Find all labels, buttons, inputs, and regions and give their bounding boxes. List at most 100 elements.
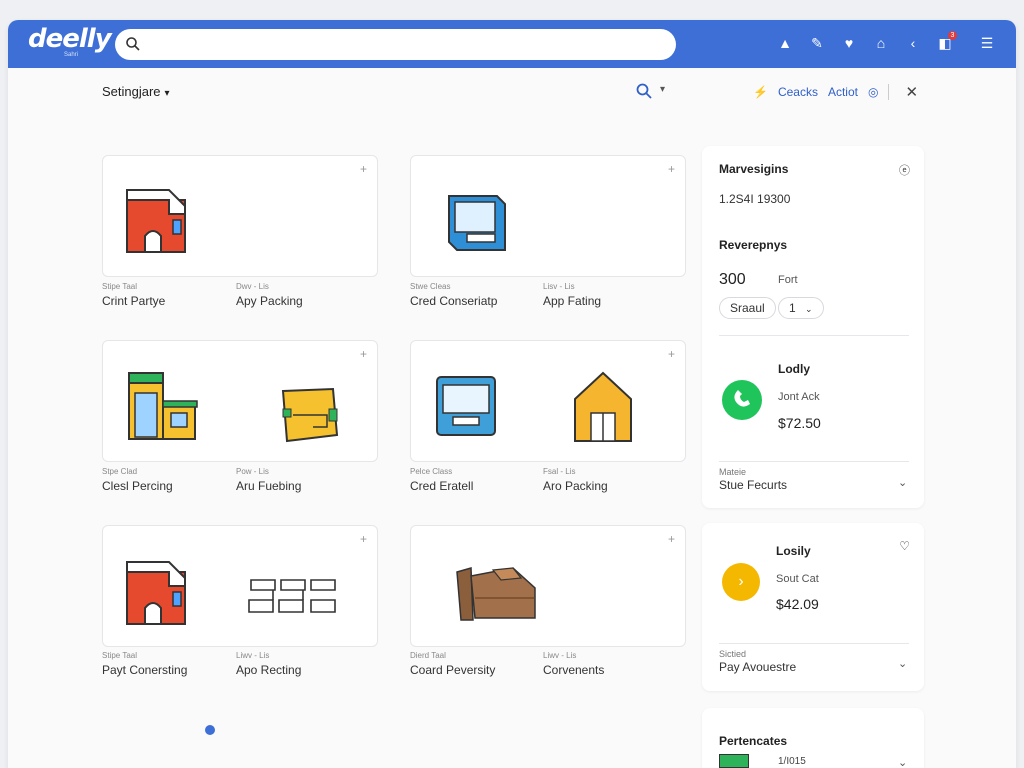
heart-icon[interactable]: ♡ [899,539,910,553]
item-price: $72.50 [778,415,821,431]
chevron-down-icon[interactable]: ⌄ [898,657,907,670]
caption-main[interactable]: Payt Conersting [102,663,242,677]
help-icon[interactable]: ◎ [868,85,878,99]
quantity-select[interactable]: 1 ⌄ [778,297,824,319]
caption-small: Lisv - Lis [543,282,575,291]
settings-dropdown[interactable]: Setingjare ▾ [102,84,170,99]
caption-main[interactable]: App Fating [543,294,683,308]
bolt-icon: ⚡ [753,85,768,99]
store-icon [128,372,198,440]
caption-small: Liwv - Lis [543,651,577,660]
add-icon[interactable]: + [668,162,675,176]
panel-title: Pertencates [719,734,788,748]
caption-small: Dierd Taal [410,651,446,660]
search-input[interactable] [115,29,676,60]
card-caption: Pelce Class Cred Eratell [410,467,550,493]
item-title: Losily [776,544,811,558]
add-icon[interactable]: + [668,347,675,361]
card-caption: Fsal - Lis Aro Packing [543,467,683,493]
divider [719,643,909,644]
footer-main[interactable]: Pay Avouestre [719,660,796,674]
chevron-down-icon: ⌄ [805,304,813,314]
item-title: Lodly [778,362,810,376]
caption-main[interactable]: Crint Partye [102,294,242,308]
caption-main[interactable]: Corvenents [543,663,683,677]
chevron-down-icon[interactable]: ⌄ [898,756,907,768]
add-icon[interactable]: + [668,532,675,546]
logo-subtitle: Sahri [64,52,79,58]
bag-icon[interactable]: ⌂ [872,34,890,52]
product-card[interactable]: + [410,525,686,647]
card-caption: Pow - Lis Aru Fuebing [236,467,376,493]
close-icon[interactable]: ✕ [905,83,918,101]
monitor-icon [436,376,496,436]
caption-small: Stpe Clad [102,467,138,476]
card-caption: Stwe Cleas Cred Conseriatp [410,282,550,308]
caption-small: Liwv - Lis [236,651,270,660]
action-checks[interactable]: Ceacks [778,85,818,99]
caption-small: Stipe Taal [102,282,137,291]
caption-main[interactable]: Apo Recting [236,663,376,677]
product-card[interactable]: + [410,155,686,277]
phone-icon[interactable] [722,380,762,420]
caption-small: Pow - Lis [236,467,269,476]
wooden-bench-icon [456,567,536,621]
building-icon [126,561,186,625]
add-icon[interactable]: + [360,532,367,546]
divider [888,84,890,100]
card-caption: Stpe Clad Clesl Percing [102,467,242,493]
caption-main[interactable]: Aru Fuebing [236,479,376,493]
quantity-value: 1 [789,301,796,315]
card-caption: Lisv - Lis App Fating [543,282,683,308]
size-select[interactable]: Sraaul [719,297,776,319]
caption-small: Stipe Taal [102,651,137,660]
item-name: Jont Ack [778,391,820,403]
order-panel: Losily ♡ › Sout Cat $42.09 Sictied Pay A… [702,523,924,691]
caption-main[interactable]: Cred Eratell [410,479,550,493]
sub-toolbar: Setingjare ▾ ▾ ⚡ Ceacks Actiot ◎ ✕ [8,68,1016,116]
caption-small: Pelce Class [410,467,453,476]
monitor-icon [448,195,506,251]
wallet-icon [281,387,339,443]
pen-icon[interactable]: ✎ [808,34,826,52]
share-icon[interactable]: ‹ [904,34,922,52]
chevron-down-icon[interactable]: ▾ [660,84,665,95]
building-icon [126,189,186,253]
search-icon[interactable] [635,82,653,100]
panel-value: 1.2S4I 19300 [719,192,791,206]
menu-icon[interactable]: ☰ [978,34,996,52]
add-icon[interactable]: + [360,347,367,361]
panel-item: 1/I015 [778,756,806,767]
item-price: $42.09 [776,596,819,612]
certificate-icon [719,754,749,768]
top-bar: deelly Sahri ▲ ✎ ♥ ⌂ ‹ ◧ 3 ☰ [8,20,1016,68]
chevron-down-icon: ▾ [164,88,170,99]
alert-icon[interactable]: ▲ [776,34,794,52]
caption-main[interactable]: Coard Peversity [410,663,550,677]
chevron-right-icon[interactable]: › [722,563,760,601]
footer-main[interactable]: Stue Fecurts [719,478,787,492]
add-icon[interactable]: + [360,162,367,176]
action-action[interactable]: Actiot [828,85,858,99]
caption-main[interactable]: Apy Packing [236,294,376,308]
notification-icon[interactable]: ◧ 3 [936,31,957,52]
notification-badge: 3 [948,31,957,40]
product-card[interactable]: + [410,340,686,462]
heart-icon[interactable]: ♥ [840,34,858,52]
card-caption: Dwv - Lis Apy Packing [236,282,376,308]
app-logo[interactable]: deelly [28,26,112,52]
divider [719,461,909,462]
card-caption: Liwv - Lis Corvenents [543,651,683,677]
product-card[interactable]: + [102,525,378,647]
amount-label: Fort [778,274,798,286]
caption-main[interactable]: Clesl Percing [102,479,242,493]
caption-main[interactable]: Cred Conseriatp [410,294,550,308]
chevron-down-icon[interactable]: ⌄ [898,476,907,489]
product-card[interactable]: + [102,155,378,277]
caption-main[interactable]: Aro Packing [543,479,683,493]
grid-blocks-icon [248,579,336,613]
pagination-dot[interactable] [205,725,215,735]
panel-title: Marvesigins [719,162,789,176]
product-card[interactable]: + [102,340,378,462]
info-icon[interactable]: ⓔ [899,162,910,178]
